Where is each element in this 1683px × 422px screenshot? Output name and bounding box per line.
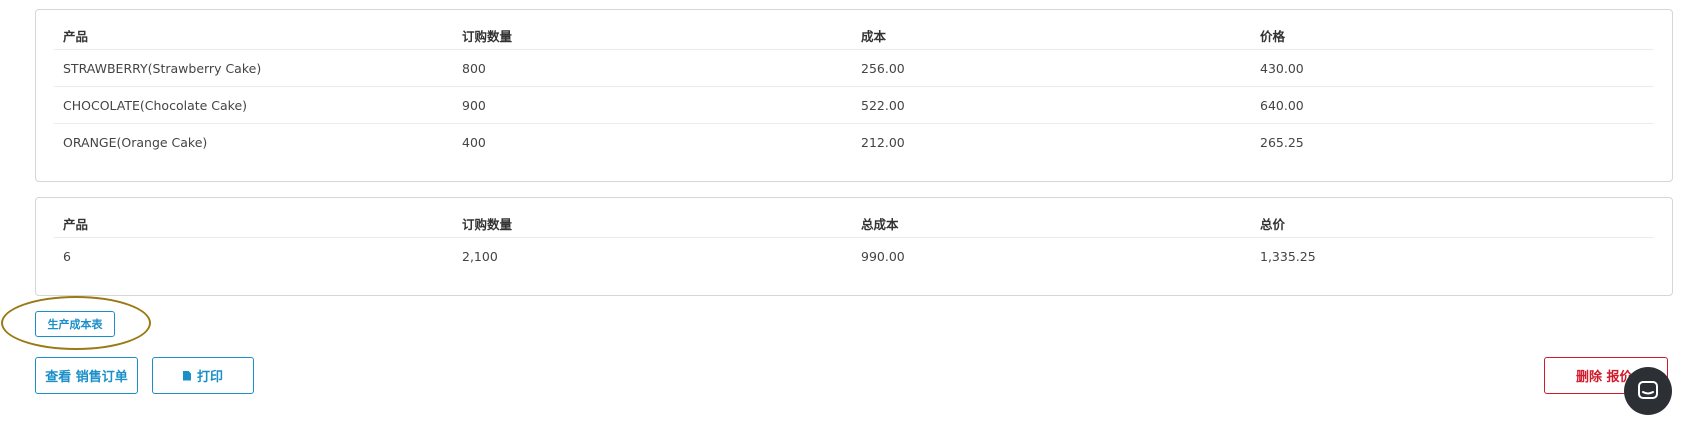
chat-launcher-button[interactable]	[1624, 367, 1672, 415]
items-table-card: 产品 订购数量 成本 价格 STRAWBERRY(Strawberry Cake…	[35, 9, 1673, 182]
table-row: ORANGE(Orange Cake) 400 212.00 265.25	[54, 124, 1654, 161]
table-header-row: 产品 订购数量 成本 价格	[54, 22, 1654, 50]
column-header-total-cost: 总成本	[852, 210, 1251, 238]
view-sales-order-button[interactable]: 查看 销售订单	[35, 357, 138, 394]
totals-table: 产品 订购数量 总成本 总价 6 2,100 990.00 1,335.25	[54, 210, 1654, 274]
table-row: CHOCOLATE(Chocolate Cake) 900 522.00 640…	[54, 86, 1654, 124]
cell-quantity: 400	[462, 134, 486, 150]
production-cost-sheet-label: 生产成本表	[47, 318, 103, 331]
production-cost-sheet-button[interactable]: 生产成本表	[35, 311, 115, 337]
table-header-row: 产品 订购数量 总成本 总价	[54, 210, 1654, 238]
page: 产品 订购数量 成本 价格 STRAWBERRY(Strawberry Cake…	[0, 0, 1683, 422]
column-header-quantity: 订购数量	[453, 210, 852, 238]
column-header-product: 产品	[54, 210, 453, 238]
table-row: STRAWBERRY(Strawberry Cake) 800 256.00 4…	[54, 49, 1654, 87]
column-header-quantity: 订购数量	[453, 22, 852, 50]
cell-product-count: 6	[63, 248, 71, 264]
cell-product: CHOCOLATE(Chocolate Cake)	[54, 86, 453, 124]
table-row: 6 2,100 990.00 1,335.25	[54, 238, 1654, 275]
cell-product: STRAWBERRY(Strawberry Cake)	[54, 49, 453, 87]
view-sales-order-label: 查看 销售订单	[45, 370, 128, 385]
delete-quote-label: 删除 报价	[1576, 370, 1633, 385]
cell-total-cost: 990.00	[861, 248, 905, 264]
cell-cost: 212.00	[861, 134, 905, 150]
cell-quantity: 900	[453, 86, 852, 124]
print-button[interactable]: 打印	[152, 357, 254, 394]
column-header-cost: 成本	[852, 22, 1251, 50]
column-header-total-price: 总价	[1251, 210, 1654, 238]
document-icon	[182, 370, 191, 381]
cell-product: ORANGE(Orange Cake)	[63, 134, 208, 150]
print-label: 打印	[196, 370, 223, 385]
cell-total-price: 1,335.25	[1260, 248, 1316, 264]
column-header-price: 价格	[1251, 22, 1654, 50]
cell-price: 265.25	[1260, 134, 1304, 150]
chat-icon	[1638, 381, 1658, 399]
cell-cost: 522.00	[852, 86, 1251, 124]
items-table: 产品 订购数量 成本 价格 STRAWBERRY(Strawberry Cake…	[54, 22, 1654, 160]
cell-price: 430.00	[1251, 49, 1654, 87]
cell-cost: 256.00	[852, 49, 1251, 87]
totals-table-card: 产品 订购数量 总成本 总价 6 2,100 990.00 1,335.25	[35, 197, 1673, 296]
cell-quantity: 800	[453, 49, 852, 87]
column-header-product: 产品	[54, 22, 453, 50]
cell-price: 640.00	[1251, 86, 1654, 124]
cell-total-quantity: 2,100	[462, 248, 498, 264]
